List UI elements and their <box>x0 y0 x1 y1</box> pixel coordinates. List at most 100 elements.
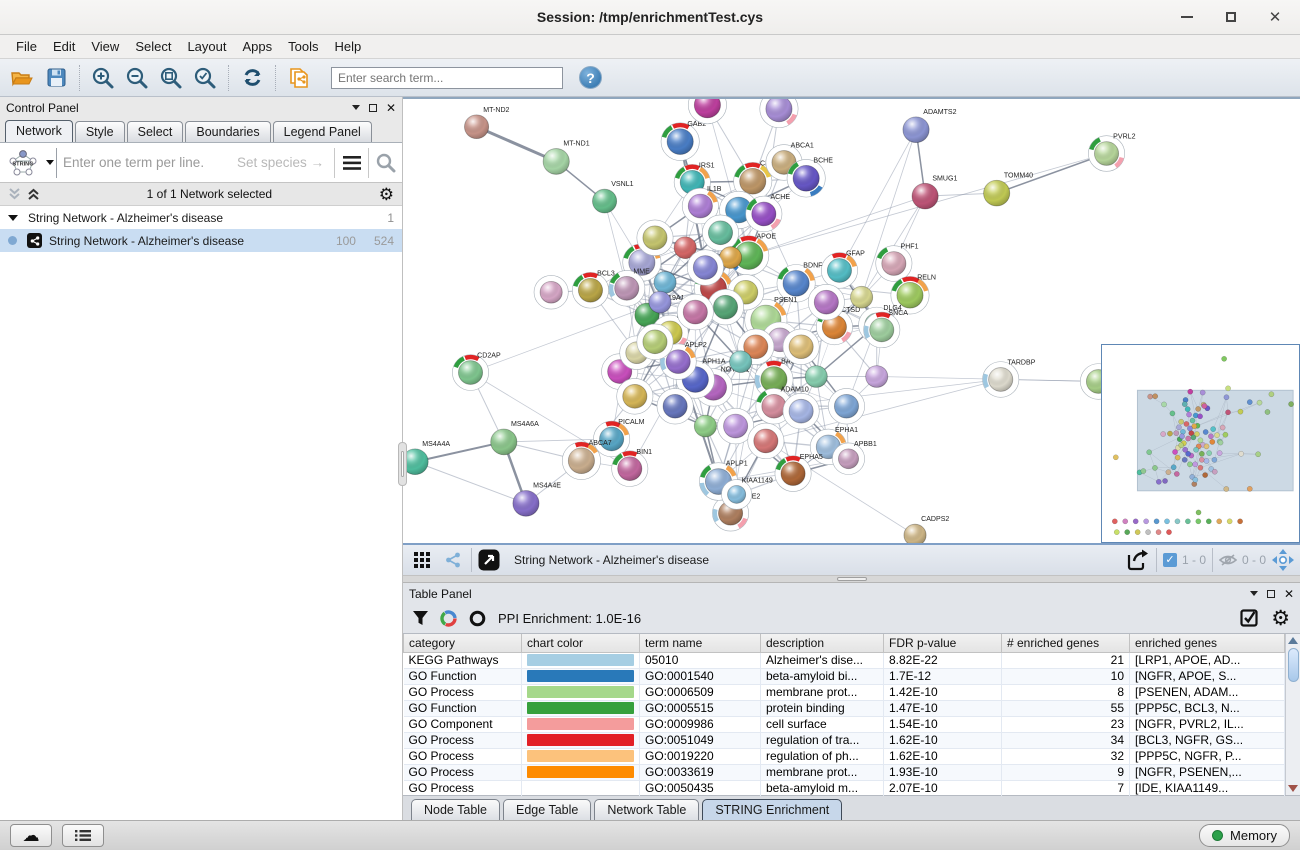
panel-menu-icon[interactable] <box>352 105 360 110</box>
scroll-thumb[interactable] <box>1288 648 1299 682</box>
zoom-in-button[interactable] <box>87 63 119 93</box>
table-row[interactable]: GO ProcessGO:0033619membrane prot...1.93… <box>404 764 1285 780</box>
string-dropdown-caret-icon[interactable] <box>46 160 54 165</box>
tab-boundaries[interactable]: Boundaries <box>185 121 270 142</box>
network-node-gfap[interactable]: GFAP <box>821 251 865 289</box>
clone-network-button[interactable] <box>283 63 315 93</box>
network-node[interactable] <box>657 388 693 424</box>
cell-fdr-pvalue[interactable]: 1.62E-10 <box>884 748 1002 764</box>
cell-enriched-count[interactable]: 23 <box>1002 716 1130 732</box>
cell-description[interactable]: regulation of ph... <box>761 748 884 764</box>
cell-term-name[interactable]: GO:0051049 <box>640 732 761 748</box>
table-row[interactable]: GO ProcessGO:0019220regulation of ph...1… <box>404 748 1285 764</box>
cell-description[interactable]: protein binding <box>761 700 884 716</box>
menu-apps[interactable]: Apps <box>235 37 281 56</box>
cell-category[interactable]: GO Process <box>404 732 522 748</box>
selected-checkbox-icon[interactable]: ✓ <box>1163 553 1177 567</box>
table-panel-menu-icon[interactable] <box>1250 591 1258 596</box>
menu-file[interactable]: File <box>8 37 45 56</box>
network-node[interactable] <box>730 351 752 373</box>
network-node[interactable] <box>687 250 723 286</box>
network-options-gear-icon[interactable]: ⚙ <box>379 186 394 203</box>
cell-term-name[interactable]: 05010 <box>640 652 761 668</box>
network-node-pvrl2[interactable]: PVRL2 <box>1088 134 1135 172</box>
network-node-kiaa1149[interactable]: KIAA1149 <box>722 478 773 510</box>
table-row[interactable]: GO ComponentGO:0009986cell surface1.54E-… <box>404 716 1285 732</box>
term-input[interactable]: Enter one term per line. <box>63 155 237 170</box>
cell-enriched-count[interactable]: 7 <box>1002 780 1130 796</box>
network-node-tardbp[interactable]: TARDBP <box>983 360 1036 398</box>
ring-chart-icon[interactable] <box>469 610 486 627</box>
network-node[interactable] <box>851 286 873 308</box>
network-node-gab2[interactable]: GAB2 <box>661 121 706 161</box>
network-node[interactable] <box>637 220 673 256</box>
zoom-out-button[interactable] <box>121 63 153 93</box>
table-panel-close-icon[interactable]: ✕ <box>1284 588 1294 600</box>
refresh-button[interactable] <box>236 63 268 93</box>
column-header-term-name[interactable]: term name <box>640 634 761 652</box>
panel-float-icon[interactable] <box>369 104 377 112</box>
cell-enriched-genes[interactable]: [PSENEN, ADAM... <box>1130 684 1285 700</box>
cell-term-name[interactable]: GO:0050435 <box>640 780 761 796</box>
zoom-fit-button[interactable] <box>155 63 187 93</box>
cell-term-name[interactable]: GO:0005515 <box>640 700 761 716</box>
cell-chart-color[interactable] <box>522 700 640 716</box>
network-node-bche[interactable]: BCHE <box>787 157 833 197</box>
table-tab-node-table[interactable]: Node Table <box>411 799 500 820</box>
cell-enriched-genes[interactable]: [PPP5C, NGFR, P... <box>1130 748 1285 764</box>
network-node-cd2ap[interactable]: CD2AP <box>452 353 501 391</box>
column-header--enriched-genes[interactable]: # enriched genes <box>1002 634 1130 652</box>
tab-network[interactable]: Network <box>5 120 73 142</box>
cloud-tasks-button[interactable]: ☁ <box>10 824 52 847</box>
cell-category[interactable]: GO Process <box>404 764 522 780</box>
cell-description[interactable]: regulation of tra... <box>761 732 884 748</box>
network-node-cadps2[interactable]: CADPS2 <box>904 516 949 543</box>
table-settings-gear-icon[interactable]: ⚙ <box>1271 608 1290 629</box>
cell-enriched-genes[interactable]: [BCL3, NGFR, GS... <box>1130 732 1285 748</box>
cell-fdr-pvalue[interactable]: 1.93E-10 <box>884 764 1002 780</box>
birdseye-toggle-button[interactable] <box>441 545 465 575</box>
grid-view-button[interactable] <box>409 545 435 575</box>
column-header-FDR-p-value[interactable]: FDR p-value <box>884 634 1002 652</box>
network-node-ache[interactable]: ACHE <box>746 194 791 232</box>
network-node-mt-nd2[interactable]: MT-ND2 <box>464 107 509 139</box>
network-node[interactable] <box>808 284 844 320</box>
collection-row[interactable]: String Network - Alzheimer's disease 1 <box>0 206 402 229</box>
cell-chart-color[interactable] <box>522 668 640 684</box>
zoom-selected-button[interactable] <box>189 63 221 93</box>
cell-description[interactable]: cell surface <box>761 716 884 732</box>
network-node[interactable] <box>748 423 784 459</box>
network-row[interactable]: String Network - Alzheimer's disease 100… <box>0 229 402 252</box>
table-row[interactable]: GO FunctionGO:0001540beta-amyloid bi...1… <box>404 668 1285 684</box>
network-node[interactable] <box>617 378 653 414</box>
cell-fdr-pvalue[interactable]: 1.7E-12 <box>884 668 1002 684</box>
set-species-hint[interactable]: Set species → <box>237 155 324 170</box>
cell-fdr-pvalue[interactable]: 8.82E-22 <box>884 652 1002 668</box>
table-tab-edge-table[interactable]: Edge Table <box>503 799 591 820</box>
close-button[interactable]: ✕ <box>1264 6 1286 28</box>
tab-select[interactable]: Select <box>127 121 184 142</box>
open-session-button[interactable] <box>6 63 38 93</box>
export-network-button[interactable] <box>1126 549 1150 571</box>
cell-chart-color[interactable] <box>522 732 640 748</box>
network-node[interactable] <box>805 366 827 388</box>
network-node-adamts2[interactable]: ADAMTS2 <box>903 109 957 143</box>
collection-expand-icon[interactable] <box>8 215 18 221</box>
table-tab-string-enrichment[interactable]: STRING Enrichment <box>702 799 842 820</box>
birds-eye-view[interactable] <box>1101 344 1300 543</box>
enrichment-table[interactable]: categorychart colorterm namedescriptionF… <box>403 634 1285 797</box>
table-row[interactable]: KEGG Pathways05010Alzheimer's dise...8.8… <box>404 652 1285 668</box>
cell-description[interactable]: Alzheimer's dise... <box>761 652 884 668</box>
network-node[interactable] <box>760 99 798 128</box>
panel-close-icon[interactable]: ✕ <box>386 102 396 114</box>
string-options-button[interactable] <box>334 148 368 178</box>
table-row[interactable]: GO Process GO:0051049regulation of tra...… <box>404 732 1285 748</box>
cell-enriched-count[interactable]: 32 <box>1002 748 1130 764</box>
cell-chart-color[interactable] <box>522 684 640 700</box>
detach-view-button[interactable] <box>478 549 500 571</box>
menu-layout[interactable]: Layout <box>179 37 234 56</box>
cell-category[interactable]: GO Process <box>404 780 522 796</box>
filter-funnel-icon[interactable] <box>413 611 428 627</box>
table-tab-network-table[interactable]: Network Table <box>594 799 699 820</box>
cell-chart-color[interactable] <box>522 652 640 668</box>
